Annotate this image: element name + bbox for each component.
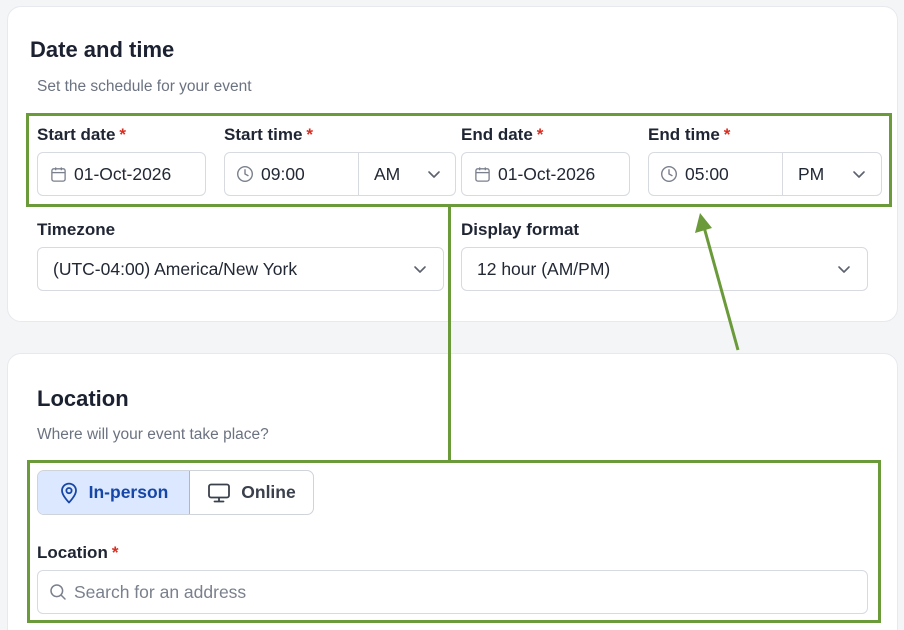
start-date-input[interactable]: 01-Oct-2026 bbox=[37, 152, 206, 196]
timezone-label: Timezone bbox=[37, 220, 116, 239]
chevron-down-icon bbox=[852, 153, 866, 195]
end-time-input[interactable]: 05:00 PM bbox=[648, 152, 882, 196]
map-pin-icon bbox=[59, 482, 79, 504]
display-format-value: 12 hour (AM/PM) bbox=[477, 258, 611, 279]
required-marker: * bbox=[536, 125, 544, 144]
start-time-period-value: AM bbox=[374, 163, 401, 184]
required-marker: * bbox=[119, 125, 127, 144]
clock-icon bbox=[660, 165, 678, 183]
end-date-value: 01-Oct-2026 bbox=[498, 163, 596, 184]
start-time-input[interactable]: 09:00 AM bbox=[224, 152, 456, 196]
chevron-down-icon bbox=[413, 248, 427, 290]
start-time-period-select[interactable]: AM bbox=[358, 153, 456, 195]
annotation-arrow bbox=[695, 213, 740, 351]
chevron-down-icon bbox=[837, 248, 851, 290]
required-marker: * bbox=[306, 125, 314, 144]
start-time-value: 09:00 bbox=[261, 163, 305, 184]
calendar-icon bbox=[473, 165, 491, 183]
required-marker: * bbox=[111, 543, 119, 562]
location-search-placeholder: Search for an address bbox=[74, 581, 247, 602]
timezone-value: (UTC-04:00) America/New York bbox=[53, 258, 298, 279]
end-time-period-value: PM bbox=[798, 163, 825, 184]
start-date-label: Start date * bbox=[37, 125, 127, 144]
date-time-subtitle: Set the schedule for your event bbox=[37, 78, 252, 95]
calendar-icon bbox=[49, 165, 67, 183]
location-mode-toggle: In-person Online bbox=[37, 470, 314, 515]
display-format-select[interactable]: 12 hour (AM/PM) bbox=[461, 247, 868, 291]
location-field-label: Location * bbox=[37, 543, 119, 562]
location-subtitle: Where will your event take place? bbox=[37, 426, 269, 443]
end-date-input[interactable]: 01-Oct-2026 bbox=[461, 152, 630, 196]
chevron-down-icon bbox=[427, 153, 441, 195]
required-marker: * bbox=[723, 125, 731, 144]
location-title: Location bbox=[37, 386, 129, 411]
end-date-label: End date * bbox=[461, 125, 544, 144]
timezone-select[interactable]: (UTC-04:00) America/New York bbox=[37, 247, 444, 291]
location-search-input[interactable]: Search for an address bbox=[37, 570, 868, 614]
online-option[interactable]: Online bbox=[190, 471, 313, 514]
end-time-value: 05:00 bbox=[685, 163, 729, 184]
date-time-title: Date and time bbox=[30, 37, 175, 62]
monitor-icon bbox=[207, 482, 231, 504]
end-time-period-select[interactable]: PM bbox=[782, 153, 882, 195]
highlight-connector-line bbox=[448, 205, 451, 461]
search-icon bbox=[49, 583, 67, 601]
start-date-value: 01-Oct-2026 bbox=[74, 163, 172, 184]
end-time-label: End time * bbox=[648, 125, 731, 144]
in-person-option[interactable]: In-person bbox=[38, 471, 190, 514]
start-time-label: Start time * bbox=[224, 125, 314, 144]
display-format-label: Display format bbox=[461, 220, 580, 239]
clock-icon bbox=[236, 165, 254, 183]
